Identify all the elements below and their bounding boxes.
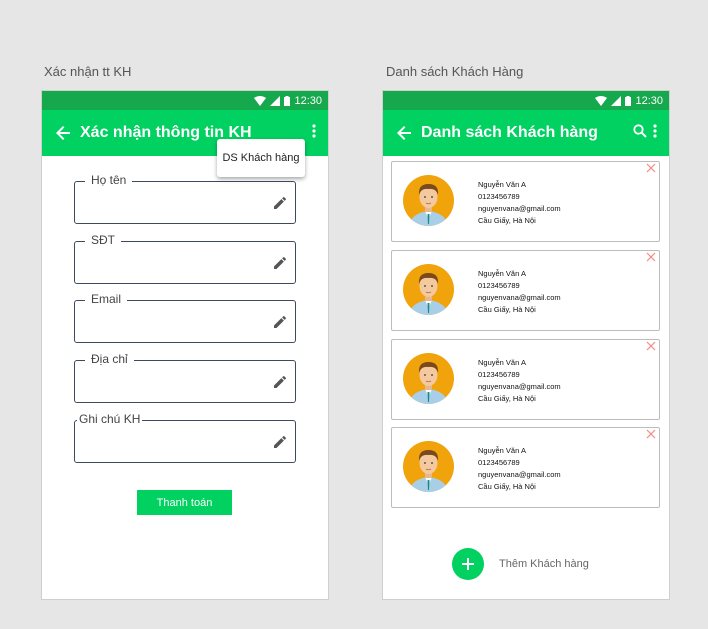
name-field[interactable]: Họ tên bbox=[74, 173, 296, 224]
avatar-icon bbox=[403, 353, 454, 404]
search-icon[interactable] bbox=[633, 123, 647, 143]
email-input[interactable] bbox=[83, 311, 267, 333]
edit-pencil-icon[interactable] bbox=[272, 255, 288, 271]
customer-card[interactable]: Nguyễn Văn A 0123456789 nguyenvana@gmail… bbox=[391, 339, 660, 420]
customer-address: Cầu Giấy, Hà Nội bbox=[478, 394, 536, 403]
more-vert-icon[interactable] bbox=[312, 123, 316, 143]
customer-phone: 0123456789 bbox=[478, 281, 520, 290]
customer-email: nguyenvana@gmail.com bbox=[478, 204, 561, 213]
avatar-icon bbox=[403, 175, 454, 226]
signal-icon bbox=[270, 95, 281, 106]
customer-name: Nguyễn Văn A bbox=[478, 358, 526, 367]
customer-email: nguyenvana@gmail.com bbox=[478, 293, 561, 302]
customer-email: nguyenvana@gmail.com bbox=[478, 470, 561, 479]
status-time: 12:30 bbox=[635, 94, 663, 107]
wifi-icon bbox=[254, 95, 267, 106]
phone-field[interactable]: SĐT bbox=[74, 233, 296, 284]
wifi-icon bbox=[595, 95, 608, 106]
phone-field-label: SĐT bbox=[85, 233, 121, 247]
close-icon[interactable] bbox=[646, 341, 656, 351]
close-icon[interactable] bbox=[646, 163, 656, 173]
close-icon[interactable] bbox=[646, 429, 656, 439]
customer-email: nguyenvana@gmail.com bbox=[478, 382, 561, 391]
confirm-customer-screen: 12:30 Xác nhận thông tin KH DS Khách hàn… bbox=[41, 90, 329, 600]
customer-address: Cầu Giấy, Hà Nội bbox=[478, 305, 536, 314]
close-icon[interactable] bbox=[646, 252, 656, 262]
customer-phone: 0123456789 bbox=[478, 458, 520, 467]
screen-label-confirm: Xác nhận tt KH bbox=[44, 64, 132, 79]
add-customer-button[interactable] bbox=[452, 548, 484, 580]
note-input[interactable] bbox=[83, 431, 267, 453]
customer-name: Nguyễn Văn A bbox=[478, 180, 526, 189]
note-field[interactable]: Ghi chú KH bbox=[74, 412, 296, 463]
address-field-label: Địa chỉ bbox=[85, 352, 134, 366]
menu-item-customer-list[interactable]: DS Khách hàng bbox=[217, 139, 305, 177]
screen-label-list: Danh sách Khách Hàng bbox=[386, 64, 524, 79]
add-customer-label: Thêm Khách hàng bbox=[499, 558, 589, 570]
name-input[interactable] bbox=[83, 192, 267, 214]
customer-phone: 0123456789 bbox=[478, 192, 520, 201]
customer-address: Cầu Giấy, Hà Nội bbox=[478, 216, 536, 225]
email-field[interactable]: Email bbox=[74, 292, 296, 343]
signal-icon bbox=[611, 95, 622, 106]
avatar-icon bbox=[403, 264, 454, 315]
customer-address: Cầu Giấy, Hà Nội bbox=[478, 482, 536, 491]
address-input[interactable] bbox=[83, 371, 267, 393]
customer-phone: 0123456789 bbox=[478, 370, 520, 379]
edit-pencil-icon[interactable] bbox=[272, 195, 288, 211]
status-bar: 12:30 bbox=[42, 91, 328, 110]
add-icon bbox=[462, 558, 474, 570]
edit-pencil-icon[interactable] bbox=[272, 434, 288, 450]
status-bar: 12:30 bbox=[383, 91, 669, 110]
more-vert-icon[interactable] bbox=[653, 123, 657, 143]
battery-icon bbox=[625, 95, 632, 106]
page-title: Danh sách Khách hàng bbox=[421, 124, 598, 141]
email-field-label: Email bbox=[85, 292, 128, 306]
status-time: 12:30 bbox=[294, 94, 322, 107]
customer-card[interactable]: Nguyễn Văn A 0123456789 nguyenvana@gmail… bbox=[391, 250, 660, 331]
name-field-label: Họ tên bbox=[85, 173, 133, 187]
customer-name: Nguyễn Văn A bbox=[478, 269, 526, 278]
note-field-label: Ghi chú KH bbox=[77, 412, 143, 426]
back-arrow-icon[interactable] bbox=[396, 125, 412, 141]
avatar-icon bbox=[403, 441, 454, 492]
phone-input[interactable] bbox=[83, 252, 267, 274]
customer-card[interactable]: Nguyễn Văn A 0123456789 nguyenvana@gmail… bbox=[391, 161, 660, 242]
edit-pencil-icon[interactable] bbox=[272, 314, 288, 330]
customer-card[interactable]: Nguyễn Văn A 0123456789 nguyenvana@gmail… bbox=[391, 427, 660, 508]
address-field[interactable]: Địa chỉ bbox=[74, 352, 296, 403]
customer-name: Nguyễn Văn A bbox=[478, 446, 526, 455]
app-bar: Danh sách Khách hàng bbox=[383, 110, 669, 156]
battery-icon bbox=[284, 95, 291, 106]
customer-list-screen: 12:30 Danh sách Khách hàng Nguyễn Văn A … bbox=[382, 90, 670, 600]
back-arrow-icon[interactable] bbox=[55, 125, 71, 141]
pay-button[interactable]: Thanh toán bbox=[137, 490, 232, 515]
edit-pencil-icon[interactable] bbox=[272, 374, 288, 390]
